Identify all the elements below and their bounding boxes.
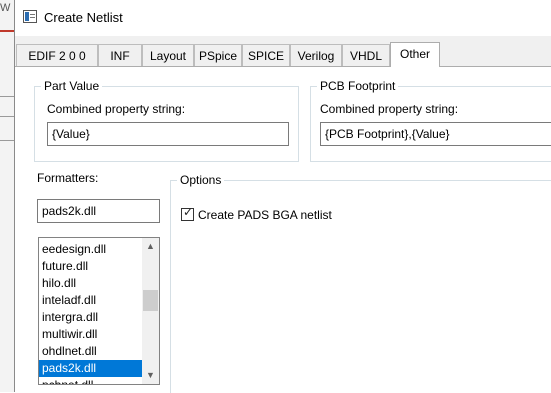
pcb-footprint-legend: PCB Footprint [317,79,399,93]
formatters-listbox[interactable]: eedesign.dll future.dll hilo.dll intelad… [38,237,160,385]
part-value-field-label: Combined property string: [47,102,186,116]
pcb-footprint-input[interactable]: {PCB Footprint},{Value} [320,122,551,146]
pads-bga-label[interactable]: Create PADS BGA netlist [198,208,332,222]
part-value-group: Part Value Combined property string: {Va… [34,79,299,162]
list-item[interactable]: inteladf.dll [39,292,142,309]
list-item[interactable]: intergra.dll [39,309,142,326]
pcb-footprint-group: PCB Footprint Combined property string: … [310,79,551,162]
formatter-input[interactable]: pads2k.dll [37,199,160,223]
formatters-label: Formatters: [37,171,99,185]
background-divider [0,140,14,141]
window-title: Create Netlist [44,10,123,25]
list-item[interactable]: future.dll [39,258,142,275]
tab-strip: EDIF 2 0 0 INF Layout PSpice SPICE Veril… [15,42,551,67]
background-red-line [0,30,14,32]
scroll-down-arrow-icon[interactable]: ▼ [142,367,159,384]
part-value-legend: Part Value [41,79,103,93]
tab-inf[interactable]: INF [98,44,142,66]
tab-layout[interactable]: Layout [142,44,194,66]
options-legend: Options [177,173,225,187]
title-bar[interactable]: Create Netlist [15,0,551,36]
list-item[interactable]: ohdlnet.dll [39,343,142,360]
pads-bga-checkbox[interactable]: ✓ [181,205,194,221]
list-item[interactable]: pcbnet.dll [39,377,142,384]
create-netlist-dialog: Create Netlist EDIF 2 0 0 INF Layout PSp… [14,0,551,393]
checkmark-icon: ✓ [183,205,194,219]
tab-spice[interactable]: SPICE [242,44,290,66]
tab-edif[interactable]: EDIF 2 0 0 [16,44,98,66]
pcb-footprint-field-label: Combined property string: [320,102,459,116]
scroll-up-arrow-icon[interactable]: ▲ [142,238,159,255]
options-group: Options ✓ Create PADS BGA netlist [170,173,551,393]
part-value-input[interactable]: {Value} [47,122,289,146]
list-item[interactable]: hilo.dll [39,275,142,292]
list-item[interactable]: eedesign.dll [39,241,142,258]
tab-verilog[interactable]: Verilog [290,44,342,66]
listbox-scrollbar[interactable]: ▲ ▼ [142,238,159,384]
tab-vhdl[interactable]: VHDL [342,44,390,66]
background-divider [0,116,14,117]
background-text-fragment: W [0,2,11,14]
tab-panel-other: Part Value Combined property string: {Va… [15,66,551,393]
list-item-selected[interactable]: pads2k.dll [39,360,142,377]
scroll-thumb[interactable] [143,290,158,311]
app-icon [23,10,37,23]
background-divider [0,96,14,97]
tab-other[interactable]: Other [390,42,440,67]
tab-pspice[interactable]: PSpice [194,44,242,66]
background-window-edge: W [0,0,15,392]
list-item[interactable]: multiwir.dll [39,326,142,343]
